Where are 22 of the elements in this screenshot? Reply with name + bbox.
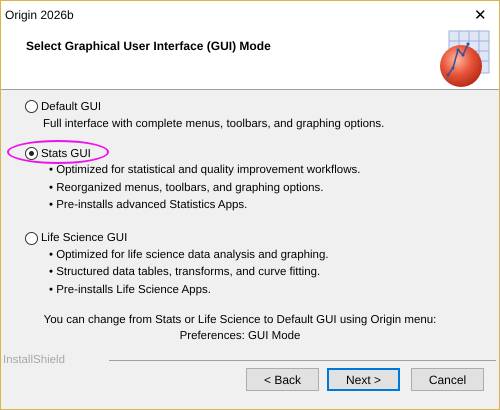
bullet-item: • Optimized for life science data analysis and graphing.	[49, 248, 330, 262]
radio-label[interactable]: Life Science GUI	[41, 232, 128, 244]
option-description: Full interface with complete menus, toolbars, and graphing options.	[43, 118, 386, 130]
installer-brand: InstallShield	[2, 354, 66, 366]
radio-button[interactable]	[25, 100, 38, 113]
bullet-item: • Reorganized menus, toolbars, and graphing options.	[49, 182, 324, 196]
bullet-item: • Structured data tables, transforms, and curve fitting.	[49, 266, 322, 280]
window-title: Origin 2026b	[5, 8, 74, 22]
radio-button[interactable]	[25, 232, 38, 244]
close-button[interactable]: ✕	[474, 6, 487, 24]
radio-button[interactable]	[25, 147, 38, 160]
bullet-item: • Optimized for statistical and quality improvement workflows.	[49, 164, 362, 178]
wizard-button[interactable]: < Back	[246, 368, 319, 391]
bullet-item: • Pre-installs Life Science Apps.	[49, 284, 212, 298]
radio-label[interactable]: Stats GUI	[41, 148, 91, 160]
bullet-item: • Pre-installs advanced Statistics Apps.	[49, 199, 248, 213]
info-text: Preferences: GUI Mode	[178, 330, 302, 344]
wizard-button[interactable]: Cancel	[411, 368, 484, 391]
wizard-button[interactable]: Next >	[327, 368, 400, 391]
page-heading: Select Graphical User Interface (GUI) Mode	[26, 39, 271, 55]
info-text: You can change from Stats or Life Science to Default GUI using Origin menu:	[42, 314, 438, 328]
radio-label[interactable]: Default GUI	[41, 100, 102, 112]
